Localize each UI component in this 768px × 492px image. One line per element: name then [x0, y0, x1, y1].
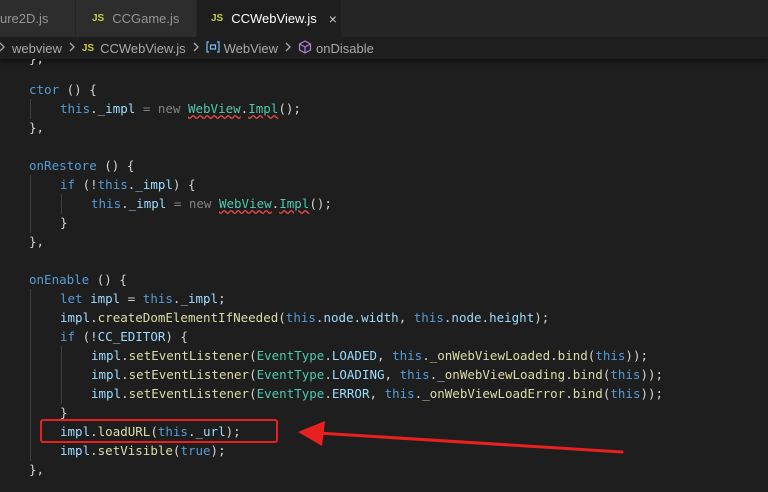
tab-ure2d[interactable]: ure2D.js — [0, 0, 76, 37]
code-line: ctor () { — [29, 82, 97, 97]
annotation-box — [40, 419, 278, 443]
tab-label: CCWebView.js — [231, 11, 317, 26]
close-icon[interactable]: × — [329, 11, 337, 27]
code-editor[interactable]: }, ctor () { this._impl = new WebView.Im… — [0, 59, 768, 492]
breadcrumb-method[interactable]: onDisable — [316, 41, 374, 56]
code-line: impl.setEventListener(EventType.LOADED, … — [91, 348, 648, 363]
code-line: impl.setEventListener(EventType.ERROR, t… — [91, 386, 664, 401]
tab-label: ure2D.js — [0, 11, 49, 26]
code-line: }, — [29, 120, 45, 135]
js-file-icon: JS — [92, 13, 105, 24]
code-line: onEnable () { — [29, 272, 127, 287]
chevron-right-icon — [192, 41, 200, 55]
variable-icon — [205, 40, 220, 56]
breadcrumb-class[interactable]: WebView — [224, 41, 278, 56]
indent-guide — [30, 99, 31, 119]
indent-guide — [30, 175, 31, 233]
code-line: }, — [29, 234, 45, 249]
breadcrumb: webview JS CCWebView.js WebView onDisabl… — [0, 37, 768, 59]
breadcrumb-file[interactable]: CCWebView.js — [100, 41, 186, 56]
code-line: this._impl = new WebView.Impl(); — [91, 196, 332, 211]
code-line: } — [60, 215, 68, 230]
code-line: impl.setVisible(true); — [60, 443, 226, 458]
code-line: let impl = this._impl; — [60, 291, 226, 306]
tab-ccwebview[interactable]: JS CCWebView.js × — [197, 0, 342, 37]
indent-guide — [61, 346, 62, 404]
indent-guide — [30, 289, 31, 461]
code-line: impl.setEventListener(EventType.LOADING,… — [91, 367, 664, 382]
js-file-icon: JS — [81, 42, 95, 54]
breadcrumb-folder[interactable]: webview — [12, 41, 62, 56]
code-line: }, — [29, 462, 45, 477]
indent-guide — [61, 194, 62, 214]
tab-bar: ure2D.js JS CCGame.js JS CCWebView.js × — [0, 0, 768, 37]
tab-label: CCGame.js — [112, 11, 180, 26]
chevron-right-icon — [284, 41, 292, 55]
tab-ccgame[interactable]: JS CCGame.js — [76, 0, 197, 37]
js-file-icon: JS — [211, 13, 224, 24]
code-line: }, — [29, 59, 44, 68]
code-line: this._impl = new WebView.Impl(); — [60, 101, 301, 116]
chevron-right-icon — [0, 41, 6, 55]
code-line: if (!CC_EDITOR) { — [60, 329, 188, 344]
code-line: if (!this._impl) { — [60, 177, 196, 192]
code-line: impl.createDomElementIfNeeded(this.node.… — [60, 310, 550, 325]
method-icon — [298, 39, 312, 57]
chevron-right-icon — [68, 41, 76, 55]
code-line: onRestore () { — [29, 158, 135, 173]
